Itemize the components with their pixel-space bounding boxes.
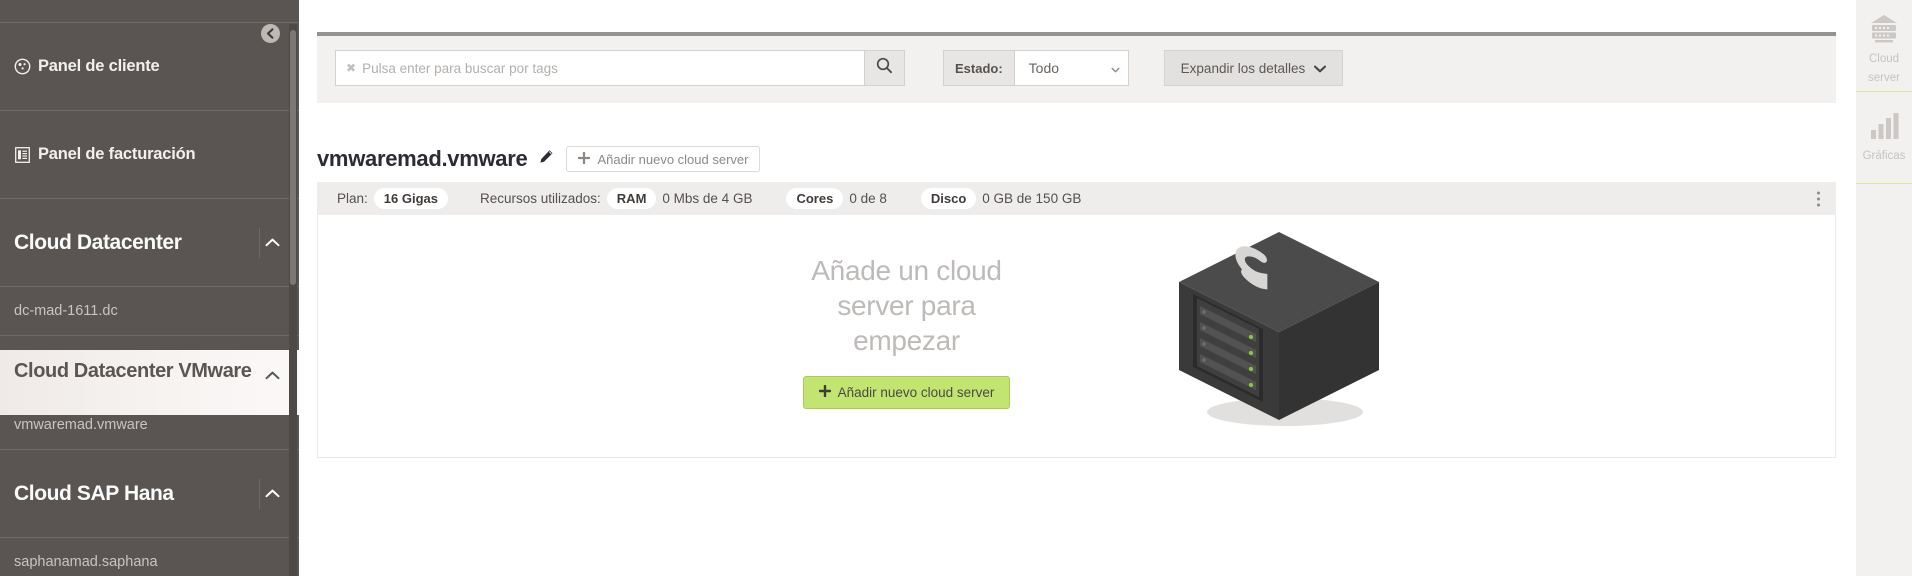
estado-selected-value: Todo: [1028, 60, 1060, 76]
disk-value: 0 GB de 150 GB: [982, 191, 1082, 206]
sidebar-item-panel-de-facturacion[interactable]: Panel de facturación: [0, 111, 299, 199]
tag-clear-icon[interactable]: ✖: [346, 61, 356, 75]
rail-item-cloud-server[interactable]: Cloud server: [1856, 0, 1912, 92]
sidebar-scrollbar-thumb[interactable]: [290, 30, 296, 285]
sidebar-item-label: Panel de facturación: [38, 145, 196, 163]
kebab-menu-icon[interactable]: [1817, 191, 1820, 206]
server-cube-illustration: [1167, 224, 1397, 439]
search-icon: [876, 57, 893, 79]
filter-toolbar: ✖ Pulsa enter para buscar por tags Estad…: [317, 32, 1836, 103]
cores-value: 0 de 8: [849, 191, 887, 206]
empty-state-line3: empezar: [853, 325, 960, 356]
datacenter-header: vmwaremad.vmware Añadir nuevo cloud serv…: [317, 144, 761, 174]
disk-badge: Disco: [920, 188, 977, 209]
plan-label: Plan:: [337, 191, 368, 206]
estado-filter: Estado: Todo: [943, 50, 1129, 86]
sidebar-group-title: Cloud Datacenter: [14, 230, 182, 254]
sidebar-group-title: Cloud SAP Hana: [14, 481, 174, 505]
search-input[interactable]: ✖ Pulsa enter para buscar por tags: [335, 50, 864, 86]
rail-item-graficas[interactable]: Gráficas: [1856, 92, 1912, 184]
resource-stats-bar: Plan: 16 Gigas Recursos utilizados: RAM …: [317, 182, 1836, 215]
add-cloud-server-label: Añadir nuevo cloud server: [837, 385, 995, 400]
plus-icon: [578, 151, 591, 167]
sidebar-group-title: Cloud Datacenter VMware: [14, 360, 252, 382]
bar-chart-icon: [1869, 112, 1899, 144]
invoice-icon: [14, 146, 31, 163]
rail-item-label-line1: Gráficas: [1862, 149, 1906, 162]
sidebar-subitem-label: dc-mad-1611.dc: [14, 303, 118, 319]
left-sidebar: Panel de cliente Panel de facturación Cl…: [0, 0, 299, 576]
app-root: Panel de cliente Panel de facturación Cl…: [0, 0, 1912, 576]
right-rail: Cloud server Gráficas: [1856, 0, 1912, 576]
sidebar-group-cloud-sap-hana[interactable]: Cloud SAP Hana: [0, 450, 299, 538]
plus-icon: [818, 384, 831, 400]
ram-value: 0 Mbs de 4 GB: [662, 191, 753, 206]
estado-select[interactable]: Todo: [1013, 50, 1129, 86]
add-cloud-server-label: Añadir nuevo cloud server: [597, 151, 749, 167]
sidebar-item-panel-de-cliente[interactable]: Panel de cliente: [0, 23, 299, 111]
rail-item-label-line2: server: [1868, 71, 1900, 84]
resources-label: Recursos utilizados:: [479, 191, 601, 206]
chevron-down-icon: [1111, 60, 1120, 76]
chevron-up-icon[interactable]: [259, 478, 285, 509]
empty-state-panel: Añade un cloud server para empezar Añadi…: [317, 215, 1836, 458]
sidebar-subitem-label: saphanamad.saphana: [14, 554, 158, 570]
chevron-down-icon: [1314, 61, 1327, 76]
dashboard-icon: [14, 58, 31, 75]
cores-badge: Cores: [786, 188, 844, 209]
sidebar-subitem-dc-mad-1611[interactable]: dc-mad-1611.dc: [0, 287, 299, 336]
empty-state-line1: Añade un cloud: [811, 255, 1002, 286]
page-title: vmwaremad.vmware: [317, 146, 528, 171]
pencil-icon[interactable]: [539, 149, 554, 169]
chevron-left-icon[interactable]: [261, 24, 280, 43]
sidebar-group-cloud-datacenter-vmware[interactable]: Cloud Datacenter VMware: [0, 350, 299, 415]
sidebar-group-cloud-datacenter[interactable]: Cloud Datacenter: [0, 199, 299, 287]
expand-details-button[interactable]: Expandir los detalles: [1163, 50, 1344, 86]
sidebar-subitem-saphanamad-saphana[interactable]: saphanamad.saphana: [0, 538, 299, 576]
search-input-placeholder: Pulsa enter para buscar por tags: [362, 60, 558, 76]
empty-state-content: Añade un cloud server para empezar Añadi…: [757, 253, 1057, 409]
sidebar-top-strip: [0, 0, 299, 23]
sidebar-subitem-label: vmwaremad.vmware: [14, 417, 148, 433]
sidebar-item-label: Panel de cliente: [38, 57, 160, 75]
sidebar-scrollbar[interactable]: [289, 24, 297, 576]
add-cloud-server-button-top[interactable]: Añadir nuevo cloud server: [566, 146, 761, 172]
chevron-up-icon[interactable]: [259, 360, 285, 390]
add-cloud-server-button-primary[interactable]: Añadir nuevo cloud server: [802, 376, 1011, 409]
ram-badge: RAM: [606, 188, 657, 209]
server-icon: [1868, 14, 1900, 48]
estado-label: Estado:: [943, 50, 1014, 86]
tag-search-box: ✖ Pulsa enter para buscar por tags: [335, 50, 905, 86]
plan-value-badge: 16 Gigas: [373, 188, 448, 209]
expand-details-label: Expandir los detalles: [1180, 60, 1306, 76]
empty-state-line2: server para: [837, 290, 976, 321]
search-button[interactable]: [864, 50, 905, 86]
main-content: ✖ Pulsa enter para buscar por tags Estad…: [299, 0, 1912, 576]
rail-item-label-line1: Cloud: [1868, 53, 1900, 66]
chevron-up-icon[interactable]: [259, 227, 285, 258]
